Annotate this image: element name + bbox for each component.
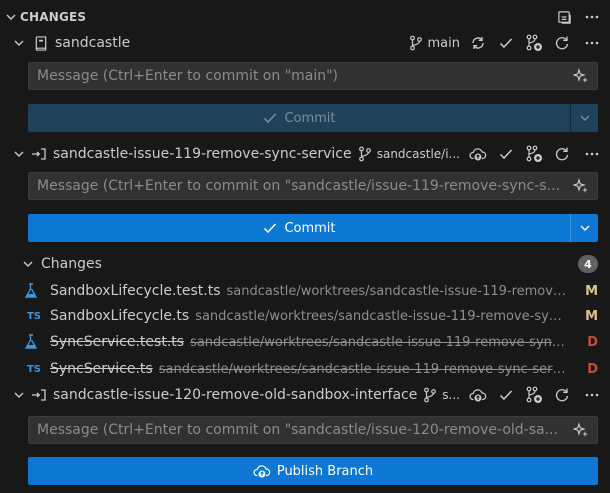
file-name: SandboxLifecycle.test.ts <box>50 283 221 299</box>
create-worktree-icon[interactable] <box>524 33 544 53</box>
more-actions-icon[interactable] <box>582 385 602 405</box>
commit-check-icon[interactable] <box>496 385 516 405</box>
file-path: sandcastle/worktrees/sandcastle-issue-11… <box>190 335 570 350</box>
chevron-down-icon[interactable] <box>11 387 27 403</box>
branch-name: main <box>427 35 460 51</box>
commit-message-placeholder: Message (Ctrl+Enter to commit on "sandca… <box>37 178 560 194</box>
chevron-down-icon[interactable] <box>11 146 27 162</box>
branch-name: sandcastle/i... <box>376 147 460 161</box>
chevron-down-icon <box>580 225 589 231</box>
file-row[interactable]: SandboxLifecycle.test.ts sandcastle/work… <box>0 280 610 302</box>
git-branch-icon <box>357 146 373 162</box>
status-modified: M <box>585 283 598 299</box>
sparkle-icon[interactable] <box>572 178 589 198</box>
publish-cloud-icon[interactable] <box>468 144 488 164</box>
commit-button[interactable]: Commit <box>28 214 598 242</box>
file-row[interactable]: TS SandboxLifecycle.ts sandcastle/worktr… <box>0 305 610 327</box>
file-name: SyncService.ts <box>50 361 153 377</box>
branch-picker[interactable]: sandcastle/i... <box>357 146 460 162</box>
file-name: SandboxLifecycle.ts <box>50 308 190 324</box>
chevron-down-icon[interactable] <box>3 9 19 25</box>
repo-row-issue-119[interactable]: sandcastle-issue-119-remove-sync-service… <box>0 142 610 166</box>
file-row[interactable]: TS SyncService.ts sandcastle/worktrees/s… <box>0 358 610 380</box>
changes-count-badge: 4 <box>578 255 598 273</box>
repo-name: sandcastle-issue-119-remove-sync-service <box>53 146 352 162</box>
sync-icon[interactable] <box>468 33 488 53</box>
git-branch-icon <box>408 35 424 51</box>
git-branch-icon <box>422 387 438 403</box>
refresh-icon[interactable] <box>552 144 572 164</box>
commit-dropdown-button[interactable] <box>570 104 598 132</box>
commit-button-label: Commit <box>284 220 336 236</box>
commit-message-input[interactable]: Message (Ctrl+Enter to commit on "sandca… <box>28 172 598 200</box>
status-deleted: D <box>587 334 598 350</box>
collapse-all-icon[interactable] <box>554 7 574 27</box>
ts-icon: TS <box>26 363 42 375</box>
commit-dropdown-button[interactable] <box>570 214 598 242</box>
publish-cloud-icon <box>253 463 271 479</box>
file-path: sandcastle/worktrees/sandcastle-issue-11… <box>226 284 570 299</box>
test-ts-icon <box>24 334 42 350</box>
repo-row-issue-120[interactable]: sandcastle-issue-120-remove-old-sandbox-… <box>0 383 610 407</box>
create-worktree-icon[interactable] <box>524 385 544 405</box>
status-deleted: D <box>587 361 598 377</box>
branch-picker[interactable]: s... <box>422 387 460 403</box>
commit-button-disabled[interactable]: Commit <box>28 104 598 132</box>
chevron-down-icon <box>580 115 589 121</box>
commit-check-icon[interactable] <box>496 33 516 53</box>
repo-name: sandcastle <box>55 35 131 51</box>
ts-icon: TS <box>26 310 42 322</box>
file-row[interactable]: SyncService.test.ts sandcastle/worktrees… <box>0 331 610 353</box>
worktree-icon <box>30 385 50 405</box>
commit-check-icon[interactable] <box>496 144 516 164</box>
chevron-down-icon[interactable] <box>20 256 36 272</box>
chevron-down-icon[interactable] <box>11 35 27 51</box>
check-icon <box>262 220 278 236</box>
commit-message-input[interactable]: Message (Ctrl+Enter to commit on "main") <box>28 62 598 90</box>
test-ts-icon <box>24 283 42 299</box>
status-modified: M <box>585 308 598 324</box>
repo-row-sandcastle[interactable]: sandcastle main <box>0 32 610 54</box>
sparkle-icon[interactable] <box>572 68 589 88</box>
commit-message-placeholder: Message (Ctrl+Enter to commit on "main") <box>37 68 339 84</box>
publish-branch-label: Publish Branch <box>276 463 374 479</box>
commit-message-placeholder: Message (Ctrl+Enter to commit on "sandca… <box>37 422 558 438</box>
commit-button-label: Commit <box>284 110 336 126</box>
more-actions-icon[interactable] <box>582 7 602 27</box>
repo-name: sandcastle-issue-120-remove-old-sandbox-… <box>53 387 418 403</box>
changes-section-header[interactable]: CHANGES <box>0 6 610 28</box>
publish-branch-button[interactable]: Publish Branch <box>28 457 598 485</box>
check-icon <box>262 110 278 126</box>
branch-name: s... <box>442 388 460 402</box>
worktree-icon <box>30 144 50 164</box>
create-worktree-icon[interactable] <box>524 144 544 164</box>
refresh-icon[interactable] <box>552 33 572 53</box>
changes-group-label: Changes <box>41 256 102 272</box>
branch-picker[interactable]: main <box>408 35 460 51</box>
more-actions-icon[interactable] <box>582 33 602 53</box>
more-actions-icon[interactable] <box>582 144 602 164</box>
repo-icon <box>31 33 51 53</box>
publish-cloud-icon[interactable] <box>468 385 488 405</box>
file-path: sandcastle/worktrees/sandcastle-issue-11… <box>195 309 570 324</box>
sparkle-icon[interactable] <box>572 422 589 442</box>
section-title: CHANGES <box>20 10 87 24</box>
file-name: SyncService.test.ts <box>50 334 185 350</box>
file-path: sandcastle/worktrees/sandcastle-issue-11… <box>158 362 570 377</box>
refresh-icon[interactable] <box>552 385 572 405</box>
commit-message-input[interactable]: Message (Ctrl+Enter to commit on "sandca… <box>28 416 598 444</box>
changes-group-header[interactable]: Changes 4 <box>0 253 610 275</box>
